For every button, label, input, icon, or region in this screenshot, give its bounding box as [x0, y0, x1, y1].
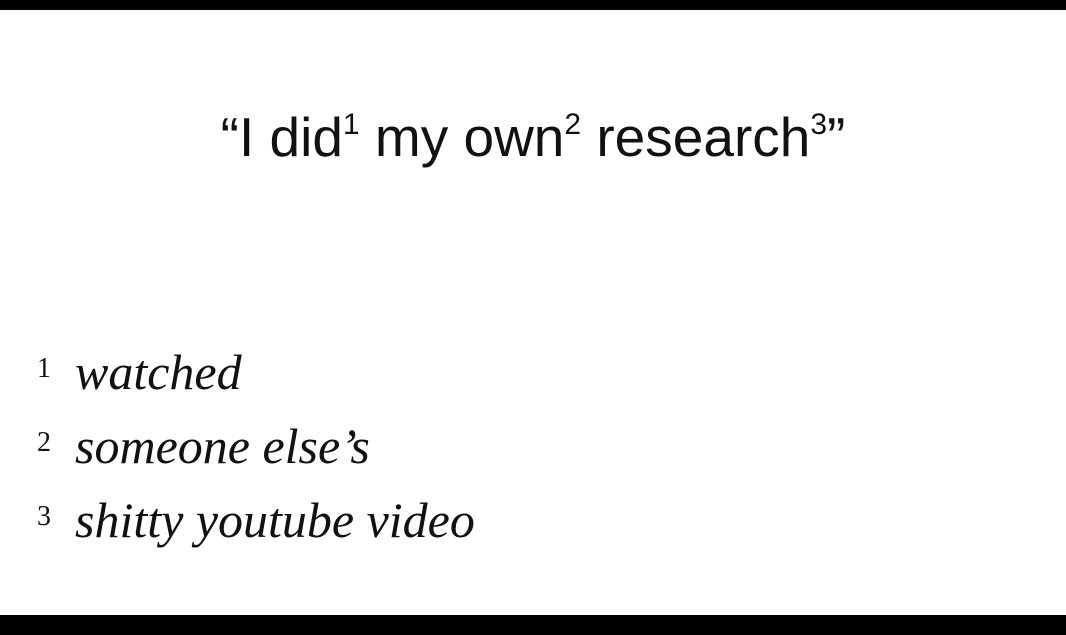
footnote-marker-2: 2: [564, 108, 582, 141]
footnote-number: 1: [37, 353, 51, 384]
footnote-number: 2: [37, 427, 51, 458]
footnote-number: 3: [37, 501, 51, 532]
footnote-text: someone else’s: [75, 418, 370, 474]
footnote-marker-3: 3: [810, 108, 828, 141]
headline-word-research: research: [581, 106, 811, 168]
close-quote-mark: ”: [827, 106, 846, 168]
quote-headline: “I did1 my own2 research3”: [0, 102, 1066, 172]
footnote-1: 1 watched: [37, 332, 475, 406]
meme-canvas: “I did1 my own2 research3” 1 watched 2 som…: [0, 10, 1066, 615]
footnote-text: shitty youtube video: [75, 492, 475, 548]
footnote-2: 2 someone else’s: [37, 406, 475, 480]
headline-word-did: I did: [238, 106, 343, 168]
footnote-3: 3 shitty youtube video: [37, 480, 475, 554]
headline-word-my-own: my own: [359, 106, 565, 168]
footnote-marker-1: 1: [342, 108, 360, 141]
footnotes-list: 1 watched 2 someone else’s 3 shitty youtube…: [37, 332, 475, 554]
open-quote-mark: “: [220, 106, 239, 168]
footnote-text: watched: [75, 344, 242, 400]
